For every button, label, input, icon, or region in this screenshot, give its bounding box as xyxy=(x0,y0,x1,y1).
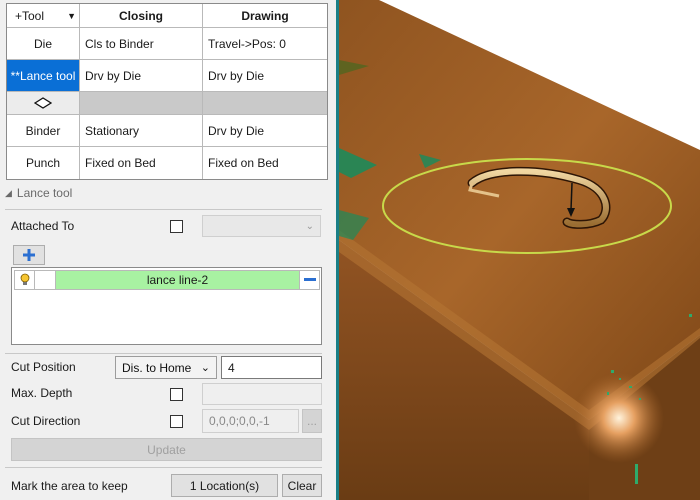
list-item-spacer xyxy=(35,271,56,289)
grid-header: +Tool ▼ Closing Drawing xyxy=(7,4,327,28)
max-depth-checkbox[interactable] xyxy=(170,388,183,401)
cut-position-label: Cut Position xyxy=(11,360,76,374)
update-button[interactable]: Update xyxy=(11,438,322,461)
drawing-cell[interactable]: Fixed on Bed xyxy=(203,147,327,179)
minus-icon xyxy=(303,278,316,281)
drawing-cell[interactable]: Travel->Pos: 0 xyxy=(203,28,327,59)
cut-direction-label: Cut Direction xyxy=(11,414,81,428)
add-line-button[interactable] xyxy=(13,245,45,265)
drawing-column-header: Drawing xyxy=(241,8,289,23)
lightbulb-icon xyxy=(20,273,29,285)
grid-row-separator[interactable] xyxy=(7,92,327,115)
visibility-toggle[interactable] xyxy=(15,271,35,289)
specular-highlight xyxy=(574,373,664,463)
clear-button[interactable]: Clear xyxy=(282,474,322,497)
chevron-down-icon: ⌄ xyxy=(200,362,210,374)
chevron-down-icon: ⌄ xyxy=(305,220,314,232)
attached-to-dropdown[interactable]: ⌄ xyxy=(202,215,321,237)
lance-line-name[interactable]: lance line-2 xyxy=(56,271,300,289)
drawing-cell[interactable]: Drv by Die xyxy=(203,60,327,91)
max-depth-input[interactable] xyxy=(202,383,322,405)
lance-line-list[interactable]: lance line-2 xyxy=(11,267,322,345)
remove-line-button[interactable] xyxy=(300,271,319,289)
max-depth-label: Max. Depth xyxy=(11,386,73,400)
cut-direction-input[interactable]: 0,0,0;0,0,-1 xyxy=(202,409,299,433)
closing-cell[interactable]: Stationary xyxy=(80,115,203,146)
section-divider xyxy=(5,353,322,354)
cut-direction-checkbox[interactable] xyxy=(170,415,183,428)
cut-direction-browse-button[interactable]: ... xyxy=(302,409,322,433)
section-divider xyxy=(5,209,322,210)
location-button[interactable]: 1 Location(s) xyxy=(171,474,278,497)
tool-cell[interactable]: Punch xyxy=(7,147,80,179)
tool-cell[interactable] xyxy=(7,92,80,114)
cut-position-mode-dropdown[interactable]: Dis. to Home ⌄ xyxy=(115,356,217,379)
closing-cell[interactable]: Fixed on Bed xyxy=(80,147,203,179)
closing-cell[interactable] xyxy=(80,92,203,114)
dropdown-arrow-icon[interactable]: ▼ xyxy=(67,11,76,21)
tool-column-header[interactable]: +Tool ▼ xyxy=(7,4,80,27)
tool-cell[interactable]: **Lance tool xyxy=(7,60,80,91)
grid-row-punch[interactable]: Punch Fixed on Bed Fixed on Bed xyxy=(7,147,327,179)
closing-cell[interactable]: Drv by Die xyxy=(80,60,203,91)
closing-cell[interactable]: Cls to Binder xyxy=(80,28,203,59)
part-render xyxy=(339,0,700,500)
grid-row-lance-tool[interactable]: **Lance tool Drv by Die Drv by Die xyxy=(7,60,327,92)
attached-to-label: Attached To xyxy=(11,219,75,233)
tool-cell[interactable]: Die xyxy=(7,28,80,59)
plus-icon xyxy=(23,249,35,261)
rhombus-tool-icon xyxy=(34,97,52,109)
mark-area-label: Mark the area to keep xyxy=(11,479,128,493)
grid-row-die[interactable]: Die Cls to Binder Travel->Pos: 0 xyxy=(7,28,327,60)
lance-tool-panel: +Tool ▼ Closing Drawing Die Cls to Binde… xyxy=(0,0,336,500)
section-divider xyxy=(5,467,322,468)
drawing-cell[interactable]: Drv by Die xyxy=(203,115,327,146)
grid-row-binder[interactable]: Binder Stationary Drv by Die xyxy=(7,115,327,147)
drawing-cell[interactable] xyxy=(203,92,327,114)
collapse-triangle-icon[interactable]: ◢ xyxy=(5,188,12,199)
cut-position-input[interactable]: 4 xyxy=(221,356,322,379)
tool-grid: +Tool ▼ Closing Drawing Die Cls to Binde… xyxy=(6,3,328,180)
closing-column-header: Closing xyxy=(80,4,203,27)
3d-viewport[interactable] xyxy=(339,0,700,500)
list-item[interactable]: lance line-2 xyxy=(14,270,320,290)
attached-to-checkbox[interactable] xyxy=(170,220,183,233)
tool-cell[interactable]: Binder xyxy=(7,115,80,146)
lance-tool-section-header[interactable]: ◢ Lance tool xyxy=(5,186,72,200)
